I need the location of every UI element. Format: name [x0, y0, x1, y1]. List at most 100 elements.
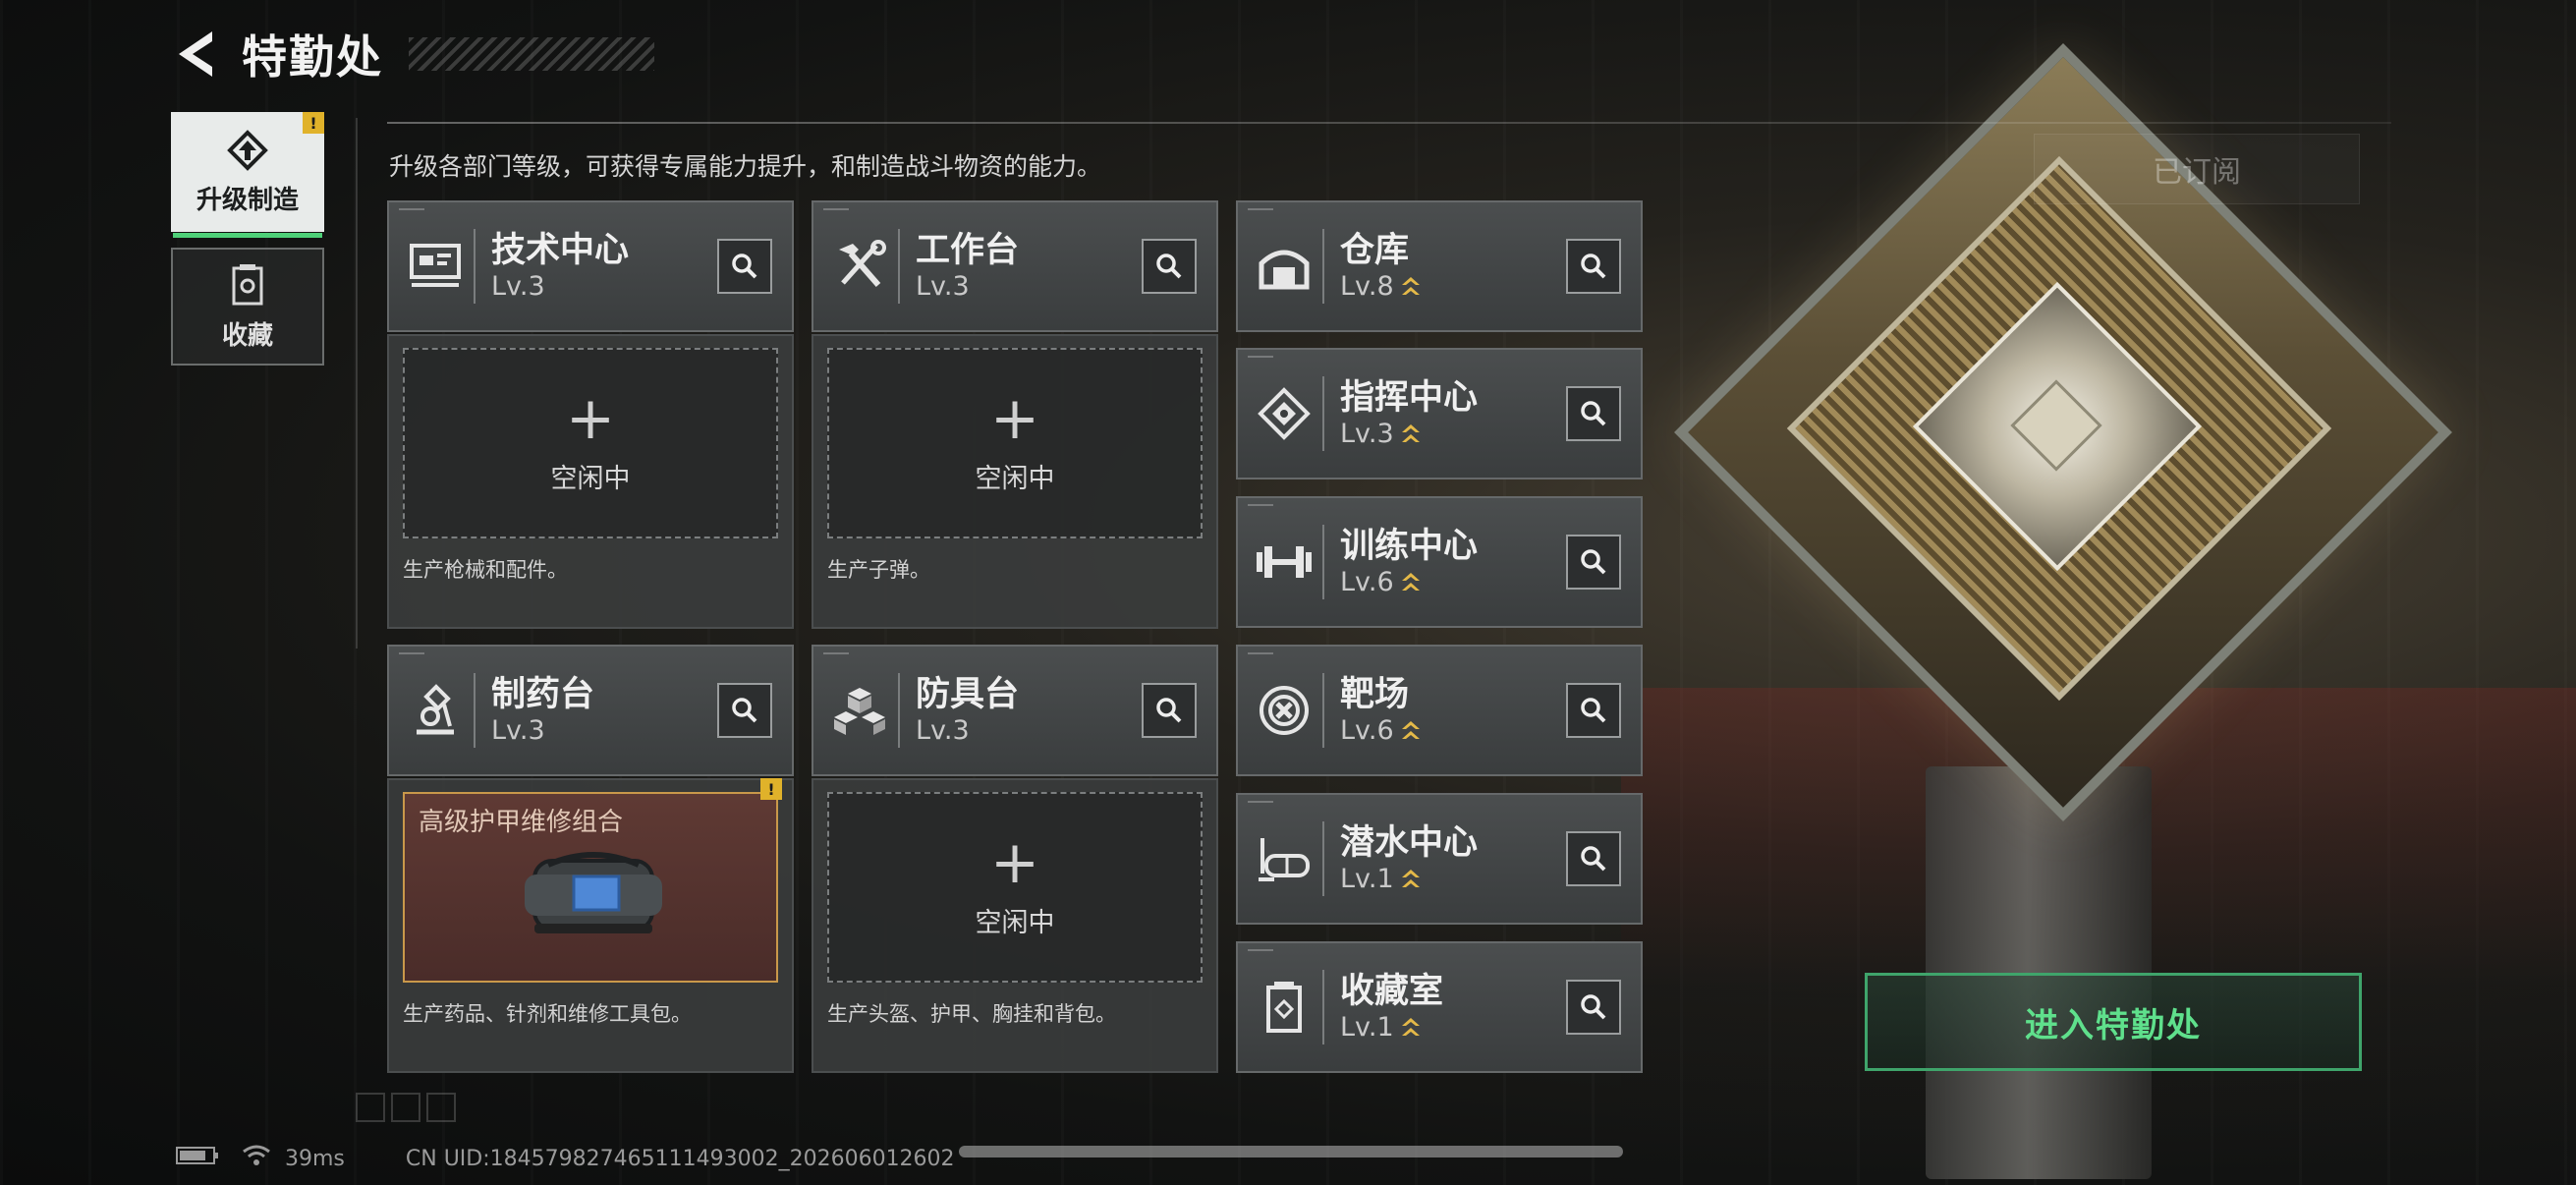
search-icon — [1581, 994, 1606, 1020]
slot-description: 生产头盔、护甲、胸挂和背包。 — [827, 1002, 1116, 1026]
facility-name: 防具台 — [916, 675, 1020, 714]
facility-level: Lv.3 — [1340, 419, 1394, 449]
facility-name: 工作台 — [916, 231, 1020, 270]
wifi-icon — [242, 1144, 271, 1173]
facility-level: Lv.8 — [1340, 271, 1394, 302]
ping-value: 39ms — [285, 1146, 345, 1171]
add-icon: + — [989, 383, 1040, 453]
alert-badge: ! — [303, 112, 324, 134]
facility-level: Lv.1 — [1340, 864, 1394, 894]
facility-level: Lv.1 — [1340, 1012, 1394, 1043]
back-arrow-icon[interactable] — [173, 27, 220, 82]
facility-level: Lv.3 — [916, 715, 970, 746]
facility-card-warehouse[interactable]: 仓库 Lv.8 — [1236, 200, 1643, 332]
microscope-icon — [397, 683, 474, 738]
upgrade-available-icon — [1400, 423, 1422, 446]
facility-card-training-center[interactable]: 训练中心 Lv.6 — [1236, 496, 1643, 628]
search-icon — [1581, 254, 1606, 279]
inspect-button[interactable] — [1142, 239, 1197, 294]
search-icon — [1581, 549, 1606, 575]
facility-card-command-center[interactable]: 指挥中心 Lv.3 — [1236, 348, 1643, 480]
facility-card-workbench[interactable]: 工作台 Lv.3 — [812, 200, 1218, 332]
inspect-button[interactable] — [717, 683, 772, 738]
slot-description: 生产枪械和配件。 — [403, 558, 568, 582]
inspect-button[interactable] — [1566, 535, 1621, 590]
slot-description: 生产子弹。 — [827, 558, 930, 582]
decoration — [356, 1093, 385, 1122]
facility-card-tech-center[interactable]: 技术中心 Lv.3 — [387, 200, 794, 332]
production-slot-pharmacy[interactable]: 高级护甲维修组合 ! 生产药品、针剂和维修工具包。 — [387, 778, 794, 1073]
tab-collection-label: 收藏 — [221, 320, 273, 351]
facility-card-collection-room[interactable]: 收藏室 Lv.1 — [1236, 941, 1643, 1073]
tab-collection[interactable]: 收藏 — [171, 248, 324, 366]
production-slot-armor-bench[interactable]: + 空闲中 生产头盔、护甲、胸挂和背包。 — [812, 778, 1218, 1073]
divider — [356, 118, 358, 649]
facility-level: Lv.3 — [491, 271, 545, 302]
tab-upgrade-craft-label: 升级制造 — [196, 185, 299, 215]
empty-slot[interactable]: + 空闲中 — [403, 348, 778, 538]
slot-description: 生产药品、针剂和维修工具包。 — [403, 1002, 692, 1026]
page-description: 升级各部门等级，可获得专属能力提升，和制造战斗物资的能力。 — [389, 152, 1102, 181]
tools-icon — [821, 240, 898, 293]
upgrade-available-icon — [1400, 571, 1422, 594]
collection-icon — [232, 263, 263, 305]
search-icon — [1581, 698, 1606, 723]
facility-level: Lv.3 — [916, 271, 970, 302]
decoration — [391, 1093, 420, 1122]
facility-name: 训练中心 — [1340, 527, 1479, 566]
facility-name: 技术中心 — [491, 231, 630, 270]
facility-name: 收藏室 — [1340, 972, 1444, 1011]
inspect-button[interactable] — [1142, 683, 1197, 738]
search-icon — [1581, 846, 1606, 872]
facility-level: Lv.3 — [491, 715, 545, 746]
page-title: 特勤处 — [242, 30, 383, 84]
slot-status: 空闲中 — [975, 907, 1055, 938]
inspect-button[interactable] — [1566, 386, 1621, 441]
user-uid: CN UID:18457982746511149​3002_20260601​2… — [405, 1146, 955, 1171]
upgrade-available-icon — [1400, 719, 1422, 743]
upgrade-available-icon — [1400, 1016, 1422, 1040]
upgrade-available-icon — [1400, 275, 1422, 299]
battery-icon — [175, 1145, 220, 1172]
production-slot-tech-center[interactable]: + 空闲中 生产枪械和配件。 — [387, 334, 794, 629]
facility-level: Lv.6 — [1340, 567, 1394, 597]
search-icon — [732, 698, 757, 723]
facility-name: 指挥中心 — [1340, 378, 1479, 418]
crafting-item-slot[interactable]: 高级护甲维修组合 — [403, 792, 778, 983]
command-icon — [1246, 386, 1322, 441]
decoration — [426, 1093, 456, 1122]
empty-slot[interactable]: + 空闲中 — [827, 348, 1203, 538]
alert-badge: ! — [760, 778, 782, 800]
facility-card-shooting-range[interactable]: 靶场 Lv.6 — [1236, 645, 1643, 776]
search-icon — [1156, 254, 1182, 279]
add-icon: + — [989, 827, 1040, 897]
armor-blocks-icon — [821, 684, 898, 737]
diving-mask-icon — [1246, 834, 1322, 883]
facility-card-pharmacy[interactable]: 制药台 Lv.3 — [387, 645, 794, 776]
home-indicator[interactable] — [959, 1146, 1623, 1157]
production-slot-workbench[interactable]: + 空闲中 生产子弹。 — [812, 334, 1218, 629]
upgrade-available-icon — [1400, 868, 1422, 891]
monitor-icon — [397, 242, 474, 291]
search-icon — [1581, 401, 1606, 426]
slot-status: 空闲中 — [975, 463, 1055, 494]
active-tab-indicator — [173, 233, 322, 238]
empty-slot[interactable]: + 空闲中 — [827, 792, 1203, 983]
slot-status: 空闲中 — [550, 463, 631, 494]
facility-name: 仓库 — [1340, 231, 1410, 270]
inspect-button[interactable] — [1566, 831, 1621, 886]
subscribe-button[interactable]: 已订阅 — [2034, 134, 2360, 204]
inspect-button[interactable] — [1566, 239, 1621, 294]
inspect-button[interactable] — [1566, 980, 1621, 1035]
inspect-button[interactable] — [1566, 683, 1621, 738]
facility-card-armor-bench[interactable]: 防具台 Lv.3 — [812, 645, 1218, 776]
tab-upgrade-craft[interactable]: 升级制造 ! — [171, 112, 324, 238]
enter-special-ops-button[interactable]: 进入特勤处 — [1865, 973, 2362, 1071]
facility-name: 潜水中心 — [1340, 823, 1479, 863]
warehouse-icon — [1246, 242, 1322, 291]
search-icon — [732, 254, 757, 279]
add-icon: + — [565, 383, 616, 453]
facility-card-diving-center[interactable]: 潜水中心 Lv.1 — [1236, 793, 1643, 925]
inspect-button[interactable] — [717, 239, 772, 294]
armor-repair-kit-image — [525, 852, 662, 933]
